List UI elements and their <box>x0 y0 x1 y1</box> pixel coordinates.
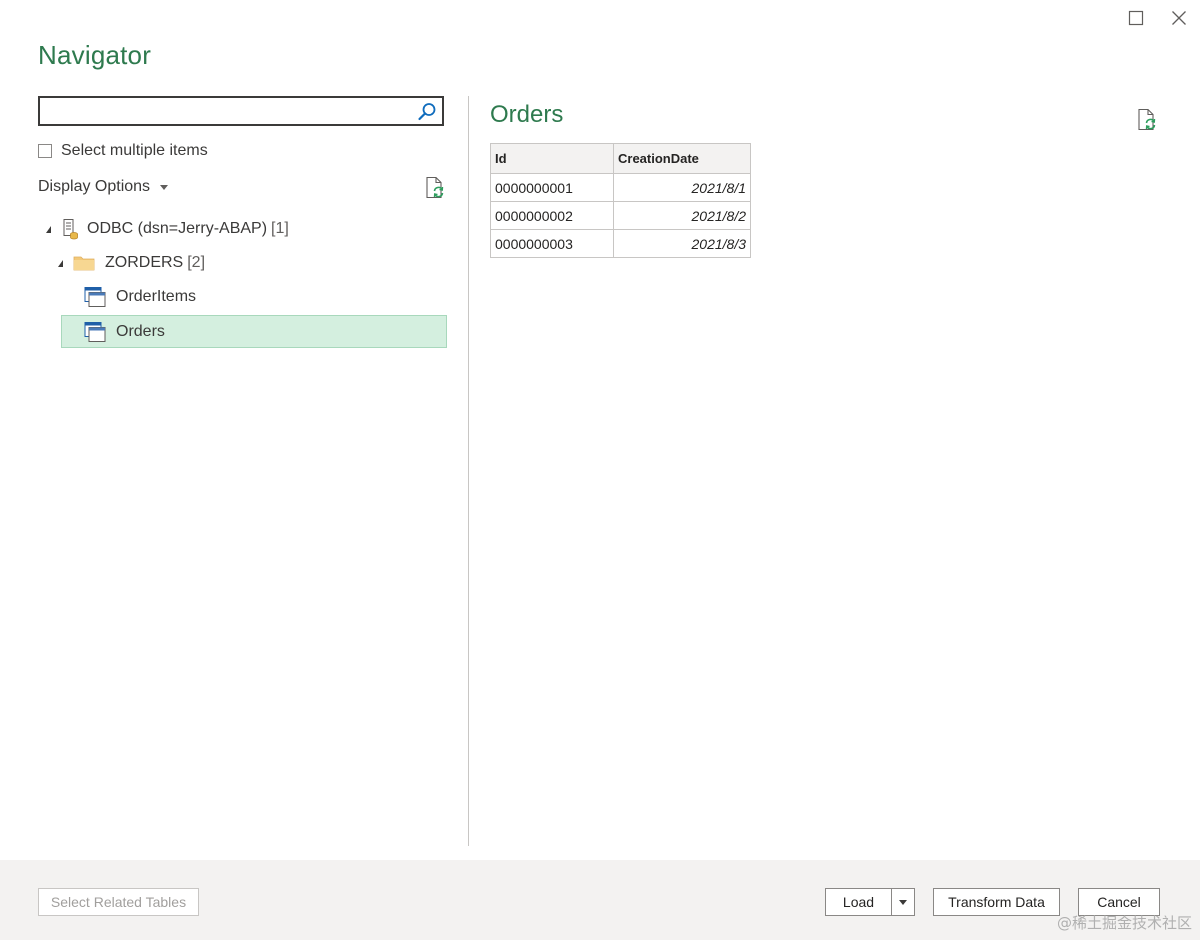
maximize-button[interactable] <box>1122 4 1150 32</box>
maximize-icon <box>1128 10 1144 26</box>
refresh-icon[interactable] <box>424 176 446 200</box>
select-multiple-checkbox[interactable] <box>38 144 52 158</box>
table-cell-date: 2021/8/1 <box>613 173 751 202</box>
search-input[interactable] <box>46 100 420 124</box>
table-icon <box>84 321 106 342</box>
tree-node-label: ODBC (dsn=Jerry-ABAP) <box>87 220 268 237</box>
tree-node-count: [2] <box>187 254 206 271</box>
chevron-down-icon <box>899 899 907 905</box>
table-cell-date: 2021/8/3 <box>613 229 751 258</box>
table-cell-id: 0000000001 <box>490 173 614 202</box>
tree-node-label: Orders <box>116 322 165 340</box>
table-header-row: Id CreationDate <box>490 143 751 174</box>
display-options-dropdown[interactable]: Display Options <box>38 178 169 196</box>
tree-node-count: [1] <box>271 220 289 237</box>
page-title: Navigator <box>38 40 152 70</box>
load-button[interactable]: Load <box>825 888 892 916</box>
folder-icon <box>73 256 95 271</box>
expand-toggle-icon[interactable] <box>46 225 51 233</box>
table-row: 0000000002 2021/8/2 <box>490 201 751 230</box>
select-related-tables-button[interactable]: Select Related Tables <box>38 888 199 916</box>
refresh-icon[interactable] <box>1136 108 1158 132</box>
tree-node-label: ZORDERS <box>105 254 184 271</box>
table-row: 0000000001 2021/8/1 <box>490 173 751 202</box>
transform-data-button[interactable]: Transform Data <box>933 888 1060 916</box>
close-icon <box>1172 11 1186 25</box>
tree-node-odbc[interactable]: ODBC (dsn=Jerry-ABAP) [1] <box>46 213 289 245</box>
table-cell-id: 0000000002 <box>490 201 614 230</box>
table-row: 0000000003 2021/8/3 <box>490 229 751 258</box>
search-icon[interactable] <box>416 101 438 123</box>
pane-splitter[interactable] <box>468 96 469 846</box>
load-options-dropdown[interactable] <box>891 888 915 916</box>
column-header-creationdate[interactable]: CreationDate <box>613 143 751 174</box>
preview-table: Id CreationDate 0000000001 2021/8/1 0000… <box>490 143 751 258</box>
tree-node-orderitems[interactable]: OrderItems <box>84 281 196 313</box>
expand-toggle-icon[interactable] <box>58 259 63 267</box>
chevron-down-icon <box>160 184 169 190</box>
select-multiple-row[interactable]: Select multiple items <box>38 142 208 160</box>
close-button[interactable] <box>1165 4 1193 32</box>
select-multiple-label: Select multiple items <box>61 142 208 159</box>
tree-node-zorders[interactable]: ZORDERS [2] <box>58 247 205 279</box>
watermark-text: @稀土掘金技术社区 <box>1056 914 1192 932</box>
tree-node-orders[interactable]: Orders <box>61 315 447 348</box>
display-options-label: Display Options <box>38 178 151 195</box>
column-header-id[interactable]: Id <box>490 143 614 174</box>
database-icon <box>63 219 78 240</box>
table-icon <box>84 287 106 307</box>
table-cell-date: 2021/8/2 <box>613 201 751 230</box>
table-cell-id: 0000000003 <box>490 229 614 258</box>
tree-node-label: OrderItems <box>116 288 197 305</box>
preview-title: Orders <box>490 101 564 128</box>
search-box[interactable] <box>38 96 444 126</box>
